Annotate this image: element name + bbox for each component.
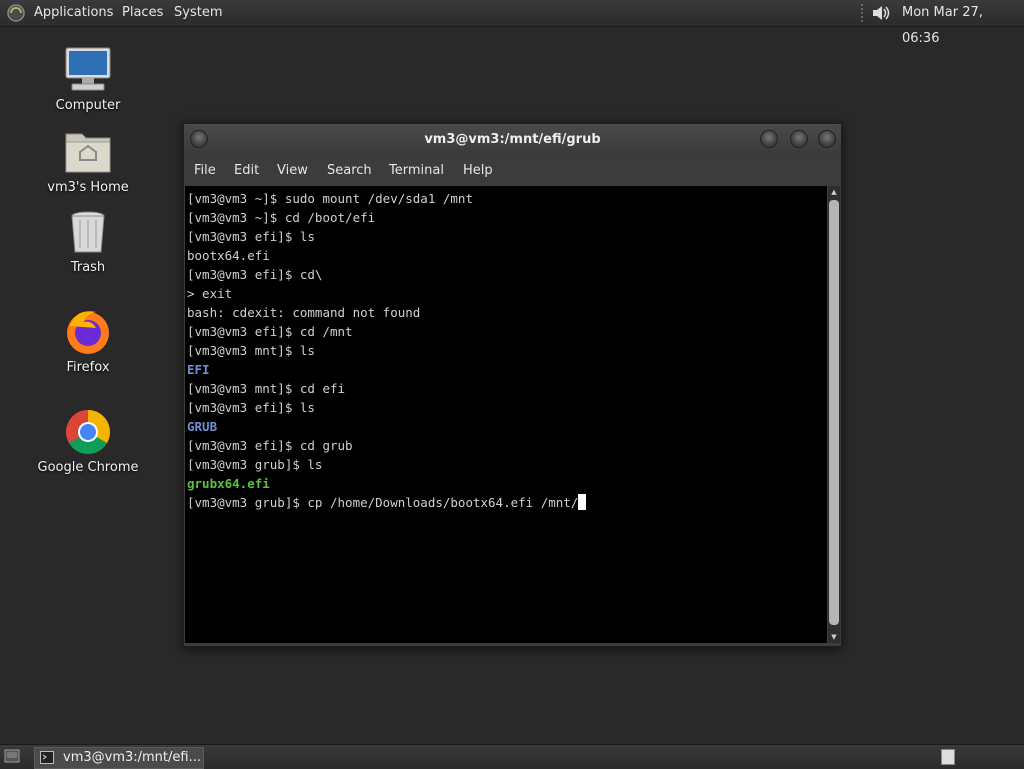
desktop-icon-computer[interactable]: Computer — [33, 46, 143, 113]
trash-icon — [71, 211, 105, 253]
terminal-line-text: [vm3@vm3 efi]$ cd\ — [187, 267, 323, 282]
clock[interactable]: Mon Mar 27, 06:36 — [902, 0, 1024, 52]
show-desktop-icon[interactable] — [4, 749, 20, 763]
home-folder-icon — [65, 133, 111, 173]
terminal-line-text: > exit — [187, 286, 233, 301]
terminal-line: EFI — [187, 360, 210, 379]
applications-menu[interactable]: Applications — [34, 0, 113, 26]
taskbar-button-terminal[interactable]: vm3@vm3:/mnt/efi... — [34, 747, 204, 769]
firefox-icon — [67, 311, 109, 354]
volume-icon[interactable] — [870, 3, 892, 23]
terminal-line: GRUB — [187, 417, 217, 436]
maximize-button[interactable] — [790, 130, 808, 148]
panel-separator — [861, 4, 863, 22]
terminal-line-text: [vm3@vm3 grub]$ ls — [187, 457, 323, 472]
system-menu[interactable]: System — [174, 0, 222, 26]
places-menu[interactable]: Places — [122, 0, 163, 26]
scrollbar-thumb[interactable] — [829, 200, 839, 625]
top-panel: Applications Places System Mon Mar 27, 0… — [0, 0, 1024, 46]
terminal-line-text: [vm3@vm3 grub]$ cp /home/Downloads/bootx… — [187, 495, 579, 510]
terminal-line: [vm3@vm3 efi]$ cd /mnt — [187, 322, 353, 341]
window-titlebar[interactable]: vm3@vm3:/mnt/efi/grub — [184, 124, 841, 156]
text-cursor — [578, 494, 587, 510]
terminal-line-text: [vm3@vm3 ~]$ sudo mount /dev/sda1 /mnt — [187, 191, 473, 206]
desktop-icon-trash[interactable]: Trash — [33, 208, 143, 275]
terminal-line-text: [vm3@vm3 mnt]$ ls — [187, 343, 315, 358]
terminal-window: vm3@vm3:/mnt/efi/grub File Edit View Sea… — [183, 123, 842, 647]
desktop-icon-home[interactable]: vm3's Home — [33, 128, 143, 195]
minimize-button[interactable] — [760, 130, 778, 148]
terminal-scrollbar[interactable]: ▲ ▼ — [828, 186, 840, 643]
terminal-line: [vm3@vm3 mnt]$ cd efi — [187, 379, 345, 398]
terminal-line: [vm3@vm3 mnt]$ ls — [187, 341, 315, 360]
menu-file[interactable]: File — [194, 156, 216, 186]
desktop-icon-chrome[interactable]: Google Chrome — [33, 408, 143, 475]
terminal-line: bootx64.efi — [187, 246, 270, 265]
terminal-line: [vm3@vm3 ~]$ cd /boot/efi — [187, 208, 375, 227]
menu-view[interactable]: View — [277, 156, 308, 186]
terminal-menubar: File Edit View Search Terminal Help — [184, 156, 841, 186]
taskbar-button-label: vm3@vm3:/mnt/efi... — [63, 750, 201, 765]
terminal-line: [vm3@vm3 ~]$ sudo mount /dev/sda1 /mnt — [187, 189, 473, 208]
terminal-line: [vm3@vm3 efi]$ cd\ — [187, 265, 322, 284]
terminal-line-text: GRUB — [187, 419, 218, 434]
menu-edit[interactable]: Edit — [234, 156, 259, 186]
terminal-line: [vm3@vm3 efi]$ ls — [187, 398, 315, 417]
scroll-down-arrow-icon[interactable]: ▼ — [828, 631, 840, 643]
terminal-line-text: grubx64.efi — [187, 476, 270, 491]
menu-help[interactable]: Help — [463, 156, 493, 186]
menu-search[interactable]: Search — [327, 156, 372, 186]
computer-icon — [65, 47, 111, 91]
desktop-icon-label: vm3's Home — [47, 180, 129, 195]
desktop-icon-firefox[interactable]: Firefox — [33, 308, 143, 375]
terminal-line-text: [vm3@vm3 efi]$ cd /mnt — [187, 324, 353, 339]
workspace-switcher[interactable] — [941, 749, 955, 765]
desktop-icon-label: Trash — [70, 260, 106, 275]
terminal-line: [vm3@vm3 grub]$ cp /home/Downloads/bootx… — [187, 493, 587, 512]
close-button[interactable] — [818, 130, 836, 148]
mate-logo-icon[interactable] — [6, 3, 26, 23]
terminal-line: bash: cdexit: command not found — [187, 303, 420, 322]
chrome-icon — [66, 410, 110, 454]
terminal-line-text: [vm3@vm3 mnt]$ cd efi — [187, 381, 346, 396]
terminal-line-text: EFI — [187, 362, 210, 377]
terminal-icon — [40, 751, 54, 764]
terminal-line: > exit — [187, 284, 232, 303]
terminal-line-text: [vm3@vm3 efi]$ ls — [187, 229, 315, 244]
desktop-icon-label: Firefox — [66, 360, 110, 375]
window-title: vm3@vm3:/mnt/efi/grub — [424, 132, 601, 147]
desktop-icon-label: Computer — [55, 98, 121, 113]
terminal-line: [vm3@vm3 grub]$ ls — [187, 455, 322, 474]
terminal-line-text: bash: cdexit: command not found — [187, 305, 421, 320]
desktop-icon-label: Google Chrome — [37, 460, 139, 475]
menu-terminal[interactable]: Terminal — [389, 156, 444, 186]
terminal-line-text: [vm3@vm3 efi]$ ls — [187, 400, 315, 415]
terminal-output[interactable]: [vm3@vm3 ~]$ sudo mount /dev/sda1 /mnt [v… — [185, 186, 827, 643]
terminal-line-text: [vm3@vm3 ~]$ cd /boot/efi — [187, 210, 376, 225]
terminal-line: [vm3@vm3 efi]$ ls — [187, 227, 315, 246]
bottom-panel: vm3@vm3:/mnt/efi... — [0, 744, 1024, 769]
terminal-line: [vm3@vm3 efi]$ cd grub — [187, 436, 353, 455]
terminal-line-text: bootx64.efi — [187, 248, 270, 263]
scroll-up-arrow-icon[interactable]: ▲ — [828, 186, 840, 198]
terminal-line-text: [vm3@vm3 efi]$ cd grub — [187, 438, 353, 453]
terminal-line: grubx64.efi — [187, 474, 270, 493]
